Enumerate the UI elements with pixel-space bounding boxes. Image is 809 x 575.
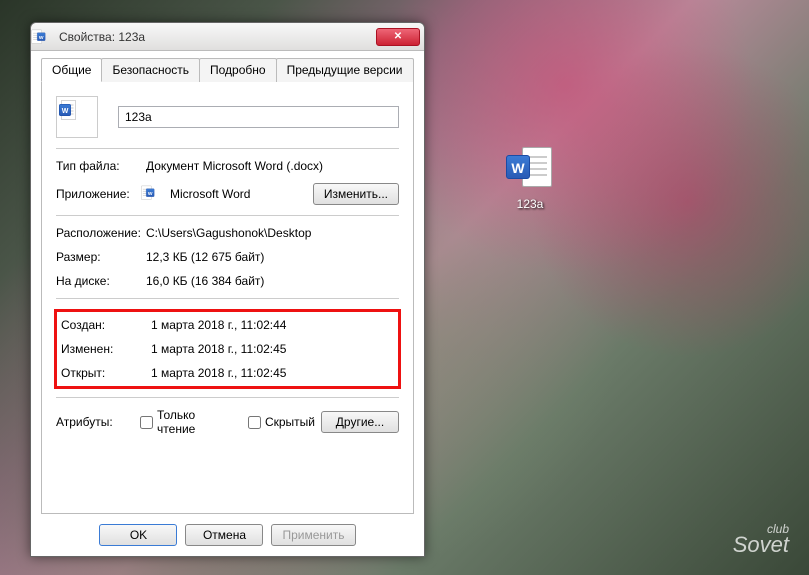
dialog-button-row: OK Отмена Применить — [41, 514, 414, 546]
apply-button[interactable]: Применить — [271, 524, 355, 546]
size-value: 12,3 КБ (12 675 байт) — [146, 250, 399, 264]
filetype-label: Тип файла: — [56, 159, 146, 173]
word-document-icon: W — [506, 145, 554, 193]
modified-value: 1 марта 2018 г., 11:02:45 — [151, 342, 394, 356]
file-icon-large: W — [56, 96, 98, 138]
separator — [56, 397, 399, 398]
modified-label: Изменен: — [61, 342, 151, 356]
location-value: C:\Users\Gagushonok\Desktop — [146, 226, 399, 240]
filename-input[interactable] — [118, 106, 399, 128]
cancel-button[interactable]: Отмена — [185, 524, 263, 546]
application-value: Microsoft Word — [170, 187, 313, 201]
attributes-label: Атрибуты: — [56, 415, 134, 429]
created-value: 1 марта 2018 г., 11:02:44 — [151, 318, 394, 332]
readonly-checkbox-label[interactable]: Только чтение — [140, 408, 224, 436]
word-app-icon: W — [146, 185, 164, 203]
desktop-icon-label: 123a — [490, 197, 570, 211]
other-attributes-button[interactable]: Другие... — [321, 411, 399, 433]
size-label: Размер: — [56, 250, 146, 264]
close-button[interactable] — [376, 28, 420, 46]
separator — [56, 215, 399, 216]
separator — [56, 148, 399, 149]
tab-security[interactable]: Безопасность — [101, 58, 200, 82]
accessed-value: 1 марта 2018 г., 11:02:45 — [151, 366, 394, 380]
application-label: Приложение: — [56, 187, 146, 201]
properties-dialog: W Свойства: 123a Общие Безопасность Подр… — [30, 22, 425, 557]
disk-size-label: На диске: — [56, 274, 146, 288]
ok-button[interactable]: OK — [99, 524, 177, 546]
titlebar-icon: W — [37, 29, 53, 45]
hidden-checkbox[interactable] — [248, 416, 261, 429]
tab-general[interactable]: Общие — [41, 58, 102, 82]
tab-details[interactable]: Подробно — [199, 58, 277, 82]
change-app-button[interactable]: Изменить... — [313, 183, 399, 205]
created-label: Создан: — [61, 318, 151, 332]
tab-previous-versions[interactable]: Предыдущие версии — [276, 58, 414, 82]
general-pane: W Тип файла: Документ Microsoft Word (.d… — [41, 82, 414, 514]
titlebar[interactable]: W Свойства: 123a — [31, 23, 424, 51]
location-label: Расположение: — [56, 226, 146, 240]
filetype-value: Документ Microsoft Word (.docx) — [146, 159, 399, 173]
hidden-checkbox-label[interactable]: Скрытый — [248, 415, 315, 429]
disk-size-value: 16,0 КБ (16 384 байт) — [146, 274, 399, 288]
dates-highlight: Создан: 1 марта 2018 г., 11:02:44 Измене… — [54, 309, 401, 389]
readonly-checkbox[interactable] — [140, 416, 153, 429]
watermark: club Sovet — [733, 524, 789, 555]
window-title: Свойства: 123a — [59, 30, 376, 44]
tab-strip: Общие Безопасность Подробно Предыдущие в… — [41, 57, 414, 82]
accessed-label: Открыт: — [61, 366, 151, 380]
desktop-file-icon[interactable]: W 123a — [490, 145, 570, 211]
separator — [56, 298, 399, 299]
